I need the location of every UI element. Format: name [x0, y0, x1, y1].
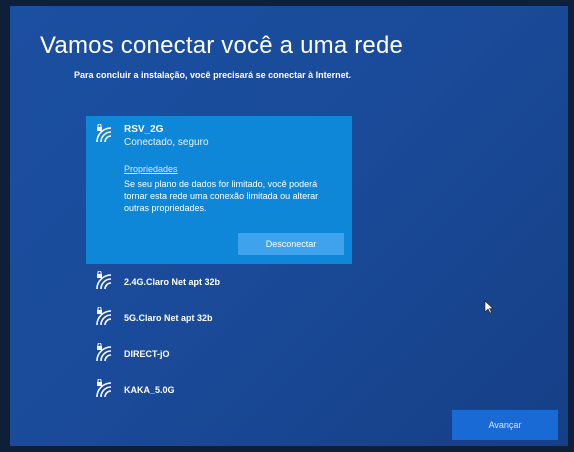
wifi-secured-icon: [94, 271, 116, 293]
network-item[interactable]: 2.4G.Claro Net apt 32b: [86, 264, 356, 300]
network-item[interactable]: 5G.Claro Net apt 32b: [86, 300, 356, 336]
network-list: RSV_2G Conectado, seguro Propriedades Se…: [86, 116, 356, 408]
wifi-secured-icon: [94, 379, 116, 401]
network-name: RSV_2G: [124, 124, 164, 135]
page-title: Vamos conectar você a uma rede: [40, 32, 404, 59]
disconnect-button[interactable]: Desconectar: [238, 233, 344, 255]
network-item[interactable]: DIRECT-jO: [86, 336, 356, 372]
page-subtitle: Para concluir a instalação, você precisa…: [74, 70, 352, 80]
wifi-secured-icon: [94, 124, 116, 146]
network-item[interactable]: KAKA_5.0G: [86, 372, 356, 408]
wifi-secured-icon: [94, 343, 116, 365]
network-name: DIRECT-jO: [124, 349, 170, 359]
network-status: Conectado, seguro: [124, 137, 209, 148]
properties-description: Se seu plano de dados for limitado, você…: [124, 179, 319, 213]
properties-link[interactable]: Propriedades: [124, 164, 178, 174]
setup-screen: Vamos conectar você a uma rede Para conc…: [10, 6, 568, 446]
network-item-connected[interactable]: RSV_2G Conectado, seguro Propriedades Se…: [86, 116, 352, 264]
network-name: 5G.Claro Net apt 32b: [124, 313, 213, 323]
network-name: KAKA_5.0G: [124, 385, 175, 395]
network-name: 2.4G.Claro Net apt 32b: [124, 277, 221, 287]
wifi-secured-icon: [94, 307, 116, 329]
mouse-cursor-icon: [484, 300, 494, 314]
advance-button[interactable]: Avançar: [452, 410, 558, 440]
